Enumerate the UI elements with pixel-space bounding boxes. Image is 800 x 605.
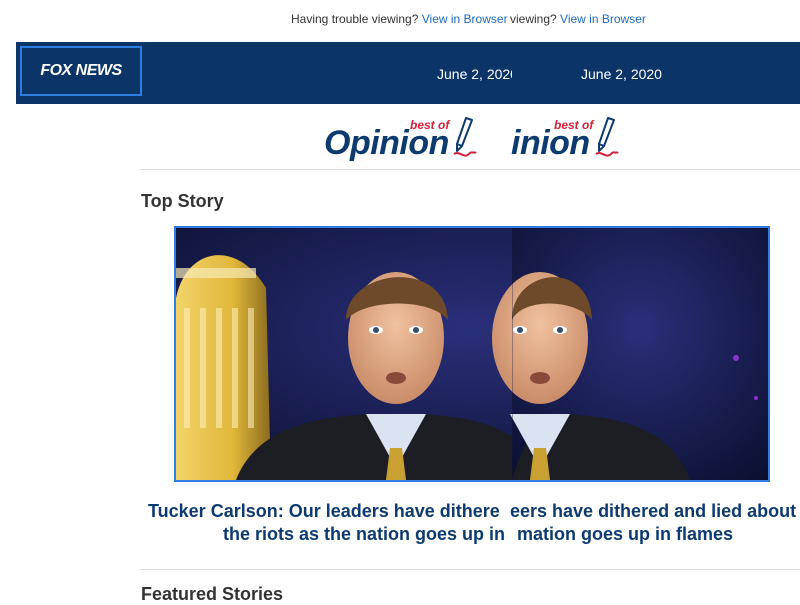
preheader-line-duplicate: viewing? View in Browser [510, 12, 646, 26]
fox-news-logo-text: FOX NEWS [40, 62, 122, 79]
headline-line2-clip: the riots as the nation goes up in [223, 523, 517, 546]
headline-line1: Tucker Carlson: Our leaders have dithere [148, 501, 500, 521]
divider-featured [140, 569, 800, 570]
divider [140, 169, 800, 170]
header-bar: FOX NEWS June 2, 2020 June 2, 2020 [16, 42, 800, 104]
headline-line2: the riots as the nation goes up in [223, 524, 506, 544]
best-of-opinion-logo-duplicate: inion best of [510, 114, 640, 166]
header-date: June 2, 2020 [581, 66, 662, 82]
headline-line1-clip: Tucker Carlson: Our leaders have dithere [148, 500, 510, 523]
best-of-label: best of [410, 118, 450, 132]
top-story-photo [176, 228, 768, 480]
view-in-browser-link-duplicate[interactable]: View in Browser [560, 12, 646, 26]
best-of-opinion-logo: Opinion best of [322, 114, 482, 166]
top-story-image[interactable] [174, 226, 770, 482]
fox-news-logo[interactable]: FOX NEWS [20, 46, 142, 96]
preheader-text-duplicate: viewing? [510, 12, 557, 26]
preheader-line: Having trouble viewing? View in Browser [291, 12, 508, 26]
header-date-clip: June 2, 2020 [436, 66, 512, 86]
preheader: Having trouble viewing? View in Browser … [0, 12, 800, 30]
best-of-label-duplicate: best of [554, 118, 594, 132]
pen-icon [453, 117, 477, 157]
headline-line1-duplicate: eers have dithered and lied about [510, 501, 797, 521]
view-in-browser-link[interactable]: View in Browser [422, 12, 508, 26]
preheader-text: Having trouble viewing? [291, 12, 419, 26]
headline-line2-duplicate: mation goes up in flames [517, 524, 734, 544]
pen-icon-duplicate [595, 117, 619, 157]
featured-stories-title: Featured Stories [141, 584, 284, 604]
header-date-partial: June 2, 2020 [437, 66, 512, 82]
top-story-title: Top Story [141, 191, 224, 211]
